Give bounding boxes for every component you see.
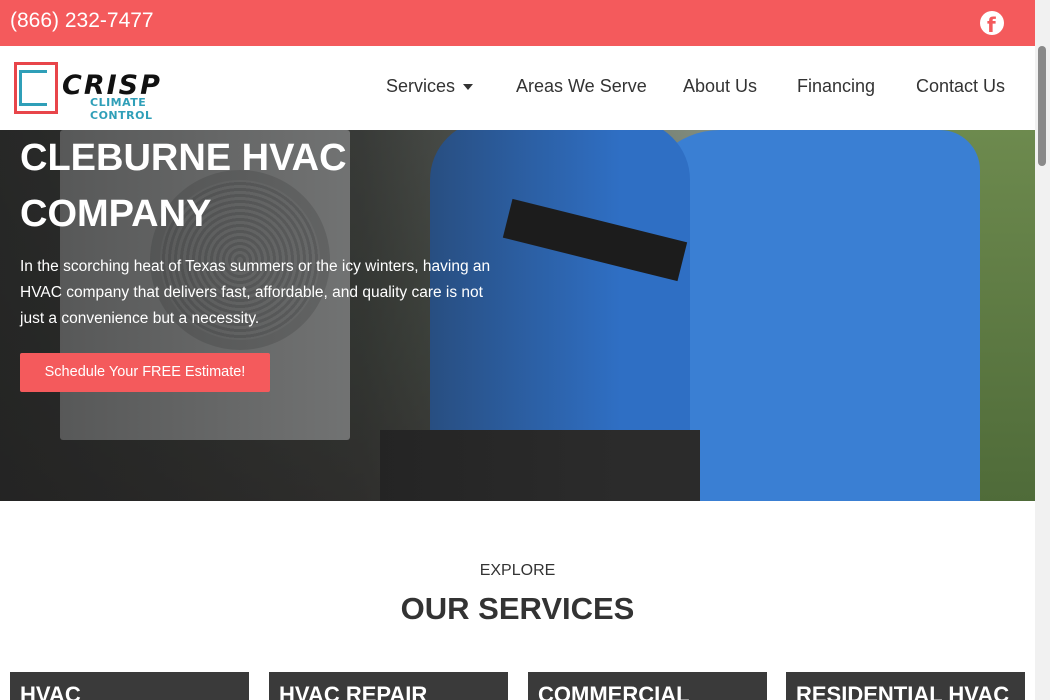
site-header: CRISP CLIMATE CONTROL Services Areas We … (0, 46, 1035, 130)
service-card-hvac[interactable]: HVAC (10, 672, 249, 700)
scrollbar-thumb[interactable] (1038, 46, 1046, 166)
facebook-icon[interactable]: f (980, 11, 1004, 37)
nav-services-label: Services (386, 76, 456, 96)
hero-title: CLEBURNE HVAC COMPANY (20, 137, 347, 235)
nav-financing[interactable]: Financing (797, 76, 875, 97)
service-card-title: COMMERCIAL (538, 682, 690, 700)
hero-description: In the scorching heat of Texas summers o… (20, 258, 491, 327)
nav-areas-we-serve[interactable]: Areas We Serve (516, 76, 647, 97)
nav-about-us[interactable]: About Us (683, 76, 757, 97)
phone-link[interactable]: (866) 232-7477 (10, 9, 154, 33)
service-card-commercial[interactable]: COMMERCIAL (528, 672, 767, 700)
services-eyebrow: EXPLORE (479, 562, 556, 579)
logo[interactable]: CRISP CLIMATE CONTROL (12, 60, 180, 122)
services-title: OUR SERVICES (400, 591, 635, 626)
logo-tagline: CLIMATE CONTROL (90, 96, 153, 122)
nav-contact-us[interactable]: Contact Us (916, 76, 1005, 97)
top-bar: (866) 232-7477 f (0, 0, 1035, 46)
service-card-residential-hvac[interactable]: RESIDENTIAL HVAC (786, 672, 1025, 700)
caret-down-icon (463, 84, 474, 91)
nav-services[interactable]: Services (386, 76, 474, 97)
logo-mark-icon (12, 60, 60, 116)
service-card-hvac-repair[interactable]: HVAC REPAIR (269, 672, 508, 700)
hero-section: CLEBURNE HVAC COMPANY In the scorching h… (0, 130, 1035, 501)
service-card-title: HVAC REPAIR (279, 682, 428, 700)
service-card-title: RESIDENTIAL HVAC (796, 682, 1010, 700)
service-card-title: HVAC (20, 682, 81, 700)
schedule-estimate-button[interactable]: Schedule Your FREE Estimate! (20, 353, 270, 392)
